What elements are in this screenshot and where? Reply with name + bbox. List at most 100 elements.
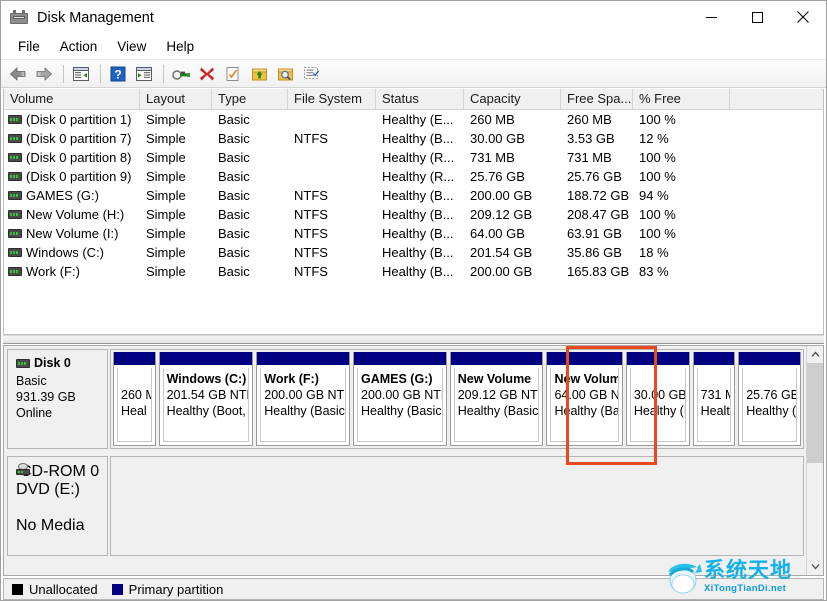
scroll-up-arrow-icon[interactable] bbox=[807, 346, 824, 363]
partition-block[interactable]: 25.76 GBHealthy (Rec bbox=[738, 352, 801, 446]
disk-0-info-panel[interactable]: Disk 0 Basic 931.39 GB Online bbox=[7, 349, 108, 449]
cdrom-0-status: No Media bbox=[16, 517, 107, 535]
cell-volume: (Disk 0 partition 1) bbox=[4, 110, 140, 129]
partition-row: 260 MHealWindows (C:)201.54 GB NTFHealth… bbox=[113, 352, 801, 446]
table-row[interactable]: (Disk 0 partition 8)SimpleBasicHealthy (… bbox=[4, 148, 823, 167]
cell-percent-free: 83 % bbox=[633, 262, 730, 281]
cell-volume-label: Work (F:) bbox=[26, 262, 80, 281]
cell-capacity: 201.54 GB bbox=[464, 243, 561, 262]
cell-volume-label: New Volume (I:) bbox=[26, 224, 118, 243]
table-row[interactable]: Windows (C:)SimpleBasicNTFSHealthy (B...… bbox=[4, 243, 823, 262]
scrollbar-thumb[interactable] bbox=[807, 363, 824, 463]
window-title: Disk Management bbox=[37, 11, 154, 26]
column-header-layout[interactable]: Layout bbox=[140, 89, 212, 109]
cell-volume-label: (Disk 0 partition 1) bbox=[26, 110, 131, 129]
partition-size: 30.00 GB NT bbox=[634, 387, 683, 403]
delete-icon[interactable] bbox=[195, 62, 219, 86]
cell-capacity: 200.00 GB bbox=[464, 186, 561, 205]
partition-color-bar bbox=[626, 352, 690, 365]
partition-size: 209.12 GB NTF bbox=[458, 387, 537, 403]
rescan-disks-icon[interactable] bbox=[221, 62, 245, 86]
table-row[interactable]: (Disk 0 partition 9)SimpleBasicHealthy (… bbox=[4, 167, 823, 186]
partition-name: New Volume bbox=[458, 371, 537, 387]
list-view-icon[interactable] bbox=[299, 62, 323, 86]
column-header-volume[interactable]: Volume bbox=[4, 89, 140, 109]
cell-layout: Simple bbox=[140, 167, 212, 186]
column-header-filler[interactable] bbox=[730, 89, 823, 109]
partition-name bbox=[701, 371, 729, 387]
legend-label-unallocated: Unallocated bbox=[29, 582, 98, 597]
menu-file[interactable]: File bbox=[9, 38, 51, 56]
close-button[interactable] bbox=[780, 1, 826, 33]
extend-volume-icon[interactable] bbox=[247, 62, 271, 86]
partition-size: 25.76 GB bbox=[746, 387, 794, 403]
minimize-button[interactable] bbox=[688, 1, 734, 33]
cell-capacity: 209.12 GB bbox=[464, 205, 561, 224]
table-row[interactable]: New Volume (H:)SimpleBasicNTFSHealthy (B… bbox=[4, 205, 823, 224]
partition-block[interactable]: New Volum64.00 GB NTFHealthy (Bas bbox=[546, 352, 622, 446]
table-row[interactable]: (Disk 0 partition 7)SimpleBasicNTFSHealt… bbox=[4, 129, 823, 148]
hard-disk-icon bbox=[8, 267, 22, 276]
table-row[interactable]: Work (F:)SimpleBasicNTFSHealthy (B...200… bbox=[4, 262, 823, 281]
cdrom-0-blank bbox=[16, 499, 107, 517]
cell-volume-label: New Volume (H:) bbox=[26, 205, 124, 224]
menu-help[interactable]: Help bbox=[157, 38, 205, 56]
column-header-capacity[interactable]: Capacity bbox=[464, 89, 561, 109]
search-icon[interactable] bbox=[273, 62, 297, 86]
partition-block[interactable]: Work (F:)200.00 GB NTFHealthy (Basic bbox=[256, 352, 350, 446]
partition-details: 25.76 GBHealthy (Rec bbox=[742, 368, 797, 442]
partition-block[interactable]: 30.00 GB NTHealthy (Ba bbox=[626, 352, 690, 446]
toolbar-separator bbox=[100, 65, 101, 83]
pane-splitter[interactable] bbox=[3, 335, 824, 344]
partition-block[interactable]: 731 MHealth bbox=[693, 352, 736, 446]
partition-block[interactable]: New Volume209.12 GB NTFHealthy (Basic bbox=[450, 352, 544, 446]
menu-view[interactable]: View bbox=[108, 38, 157, 56]
disk-management-window: Disk Management File Action View Help bbox=[0, 0, 827, 601]
svg-text:?: ? bbox=[114, 67, 121, 81]
cell-status: Healthy (B... bbox=[376, 129, 464, 148]
cell-free-space: 25.76 GB bbox=[561, 167, 633, 186]
partition-block[interactable]: 260 MHeal bbox=[113, 352, 156, 446]
properties-icon[interactable] bbox=[169, 62, 193, 86]
back-icon[interactable] bbox=[6, 62, 30, 86]
show-hide-console-tree-icon[interactable] bbox=[69, 62, 93, 86]
legend-swatch-primary-partition bbox=[112, 584, 123, 595]
partition-status: Healthy (Basic bbox=[361, 403, 440, 419]
show-hide-action-pane-icon[interactable] bbox=[132, 62, 156, 86]
help-icon[interactable]: ? bbox=[106, 62, 130, 86]
cell-volume-label: GAMES (G:) bbox=[26, 186, 99, 205]
column-header-file-system[interactable]: File System bbox=[288, 89, 376, 109]
partition-status: Healthy (Rec bbox=[746, 403, 794, 419]
disk-pane-scrollbar[interactable] bbox=[806, 346, 823, 575]
cell-type: Basic bbox=[212, 243, 288, 262]
partition-name bbox=[634, 371, 683, 387]
forward-icon[interactable] bbox=[32, 62, 56, 86]
maximize-button[interactable] bbox=[734, 1, 780, 33]
table-row[interactable]: New Volume (I:)SimpleBasicNTFSHealthy (B… bbox=[4, 224, 823, 243]
column-header-status[interactable]: Status bbox=[376, 89, 464, 109]
menu-action[interactable]: Action bbox=[51, 38, 109, 56]
cell-volume-label: (Disk 0 partition 8) bbox=[26, 148, 131, 167]
partition-color-bar bbox=[159, 352, 254, 365]
cell-layout: Simple bbox=[140, 129, 212, 148]
column-header-free-space[interactable]: Free Spa... bbox=[561, 89, 633, 109]
cell-type: Basic bbox=[212, 110, 288, 129]
column-header-percent-free[interactable]: % Free bbox=[633, 89, 730, 109]
partition-details: Windows (C:)201.54 GB NTFHealthy (Boot, bbox=[163, 368, 250, 442]
cell-percent-free: 100 % bbox=[633, 205, 730, 224]
partition-block[interactable]: Windows (C:)201.54 GB NTFHealthy (Boot, bbox=[159, 352, 254, 446]
table-row[interactable]: GAMES (G:)SimpleBasicNTFSHealthy (B...20… bbox=[4, 186, 823, 205]
watermark-chinese-text: 系统天地 bbox=[704, 560, 792, 581]
partition-block[interactable]: GAMES (G:)200.00 GB NTFHealthy (Basic bbox=[353, 352, 447, 446]
partition-size: 200.00 GB NTF bbox=[264, 387, 343, 403]
cell-file-system: NTFS bbox=[288, 262, 376, 281]
cell-layout: Simple bbox=[140, 243, 212, 262]
partition-size: 64.00 GB NTF bbox=[554, 387, 615, 403]
legend-item-unallocated: Unallocated bbox=[12, 582, 98, 597]
cdrom-0-info-panel[interactable]: CD-ROM 0 DVD (E:) No Media bbox=[7, 456, 108, 556]
hard-disk-icon bbox=[8, 191, 22, 200]
column-header-type[interactable]: Type bbox=[212, 89, 288, 109]
hard-disk-icon bbox=[16, 359, 30, 368]
table-row[interactable]: (Disk 0 partition 1)SimpleBasicHealthy (… bbox=[4, 110, 823, 129]
cell-type: Basic bbox=[212, 148, 288, 167]
